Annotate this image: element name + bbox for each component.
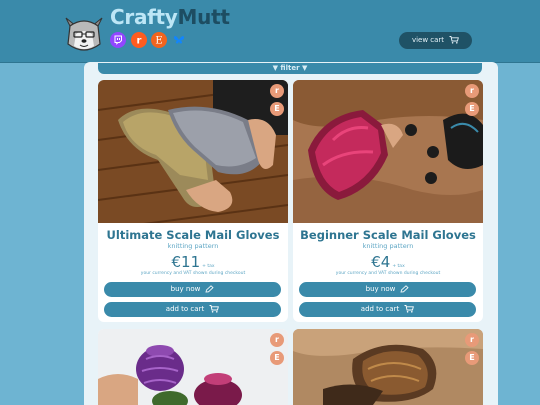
mutt-logo[interactable] [62, 12, 106, 56]
price-tax: + tax [202, 264, 215, 269]
buy-now-label: buy now [170, 285, 201, 293]
buy-now-button[interactable]: buy now [104, 282, 281, 297]
add-to-cart-button[interactable]: add to cart [299, 302, 476, 317]
brand-name-part1: Crafty [110, 5, 178, 29]
price-note: your currency and VAT shown during check… [140, 271, 246, 276]
product-card: r E Beginner Scale Mail Gloves knitting … [293, 80, 483, 322]
view-cart-button[interactable]: view cart [399, 32, 472, 49]
add-to-cart-button[interactable]: add to cart [104, 302, 281, 317]
product-title[interactable]: Beginner Scale Mail Gloves [293, 228, 483, 242]
etsy-badge-icon[interactable]: E [465, 351, 479, 365]
etsy-badge-icon[interactable]: E [270, 351, 284, 365]
product-image[interactable] [293, 80, 483, 223]
etsy-badge-icon[interactable]: E [465, 102, 479, 116]
twitch-icon[interactable] [110, 32, 126, 48]
reddit-badge-icon[interactable]: r [465, 84, 479, 98]
price-value: €4 [371, 253, 391, 271]
reddit-badge-icon[interactable]: r [270, 333, 284, 347]
product-image[interactable] [293, 329, 483, 405]
product-subtitle: knitting pattern [167, 242, 219, 250]
buy-now-label: buy now [365, 285, 396, 293]
brand-name[interactable]: CraftyMutt [110, 5, 230, 29]
svg-text:r: r [137, 36, 142, 47]
price-note: your currency and VAT shown during check… [335, 271, 441, 276]
cart-icon [449, 36, 459, 44]
product-card: r E Ultimate Scale Mail Gloves knitting … [98, 80, 288, 322]
product-card: r E [293, 329, 483, 405]
etsy-icon[interactable]: E [151, 32, 167, 48]
product-title[interactable]: Ultimate Scale Mail Gloves [98, 228, 288, 242]
svg-text:E: E [155, 36, 162, 47]
product-card: r E [98, 329, 288, 405]
buy-now-button[interactable]: buy now [299, 282, 476, 297]
filter-toggle[interactable]: ▼ filter ▼ [98, 63, 482, 74]
price-value: €11 [171, 253, 201, 271]
bluesky-icon[interactable] [171, 32, 187, 48]
product-image[interactable] [98, 329, 288, 405]
product-price: €11 + tax [98, 253, 288, 271]
cart-icon [404, 305, 415, 313]
reddit-icon[interactable]: r [131, 32, 147, 48]
add-to-cart-label: add to cart [360, 305, 400, 313]
price-tax: + tax [392, 264, 405, 269]
reddit-badge-icon[interactable]: r [270, 84, 284, 98]
product-subtitle: knitting pattern [362, 242, 414, 250]
site-header: CraftyMutt r E view cart [0, 0, 540, 63]
product-image[interactable] [98, 80, 288, 231]
product-price: €4 + tax [293, 253, 483, 271]
etsy-badge-icon[interactable]: E [270, 102, 284, 116]
view-cart-label: view cart [411, 36, 445, 44]
cart-icon [209, 305, 220, 313]
add-to-cart-label: add to cart [165, 305, 205, 313]
pencil-icon [205, 285, 214, 293]
brand-name-part2: Mutt [177, 5, 230, 29]
reddit-badge-icon[interactable]: r [465, 333, 479, 347]
pencil-icon [400, 285, 409, 293]
